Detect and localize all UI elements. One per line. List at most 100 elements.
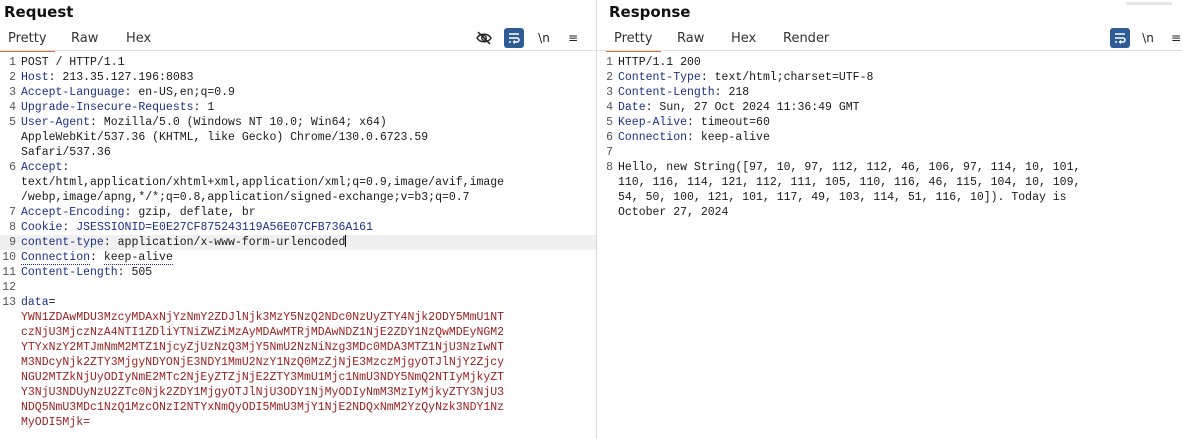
body-text: YTYxNzY2MTJmNmM2MTZ1NjcyZjUzNzQ3MjY5NmU2… [21, 341, 505, 354]
menu-icon[interactable]: ≡ [563, 28, 583, 48]
body-text: NDQ5NmU3MDc1NzQ1MzcONzI2NTYxNmQyODI5MmU3… [21, 401, 505, 414]
line-text: MyODI5Mjk= [21, 415, 90, 430]
line-text: Accept-Language: en-US,en;q=0.9 [21, 85, 235, 100]
line-number: 7 [606, 146, 613, 159]
line-text: /webp,image/apng,*/*;q=0.8,application/s… [21, 190, 470, 205]
code-line: 9 content-type: application/x-www-form-ur… [0, 235, 596, 250]
separator: : [645, 101, 660, 114]
window-scroll-indicator [1126, 2, 1172, 5]
separator: : [62, 221, 77, 234]
header-value: application/x-www-form-urlencoded [117, 236, 346, 249]
code-line: 12 [0, 280, 596, 295]
header-value: Mozilla/5.0 (Windows NT 10.0; Win64; x64… [103, 116, 387, 129]
separator: : [714, 86, 729, 99]
line-text: content-type: application/x-www-form-url… [21, 235, 347, 250]
body-text: AppleWebKit/537.36 (KHTML, like Gecko) C… [21, 131, 429, 144]
code-line: 2 Content-Type: text/html;charset=UTF-8 [597, 70, 1182, 85]
line-number: 12 [2, 281, 16, 294]
separator: : [687, 116, 701, 129]
request-tab-hex[interactable]: Hex [126, 29, 151, 49]
body-text: MyODI5Mjk= [21, 416, 91, 429]
header-value: Sun, 27 Oct 2024 11:36:49 GMT [659, 101, 860, 114]
show-newlines-button[interactable]: \n [1138, 28, 1158, 48]
request-tab-raw[interactable]: Raw [71, 29, 98, 49]
code-line: YTYxNzY2MTJmNmM2MTZ1NjcyZjUzNzQ3MjY5NmU2… [0, 340, 596, 355]
request-panel: Request Pretty Raw Hex \n ≡ 1 POST / HTTP… [0, 0, 596, 439]
line-text: Accept: [21, 160, 69, 175]
response-tab-raw[interactable]: Raw [677, 29, 704, 49]
line-text: Host: 213.35.127.196:8083 [21, 70, 194, 85]
code-line: AppleWebKit/537.36 (KHTML, like Gecko) C… [0, 130, 596, 145]
code-line: 4 Upgrade-Insecure-Requests: 1 [0, 100, 596, 115]
line-number: 5 [606, 116, 613, 129]
line-text: POST / HTTP/1.1 [21, 55, 125, 70]
code-line: 11 Content-Length: 505 [0, 265, 596, 280]
request-editor[interactable]: 1 POST / HTTP/1.1 2 Host: 213.35.127.196:80… [0, 55, 596, 439]
line-number: 1 [9, 56, 16, 69]
code-line: 54, 50, 100, 121, 101, 117, 49, 103, 114… [597, 190, 1182, 205]
header-value: keep-alive [700, 131, 770, 144]
header-value: timeout=60 [700, 116, 770, 129]
response-title: Response [609, 3, 691, 21]
line-number: 2 [606, 71, 613, 84]
code-line: 1 POST / HTTP/1.1 [0, 55, 596, 70]
body-text: 54, 50, 100, 121, 101, 117, 49, 103, 114… [618, 191, 1067, 204]
separator: : [90, 251, 104, 264]
header-name: User-Agent [21, 116, 91, 129]
line-text: Date: Sun, 27 Oct 2024 11:36:49 GMT [618, 100, 860, 115]
line-text: data= [21, 295, 56, 310]
line-number: 11 [2, 266, 16, 279]
request-tab-separator [0, 50, 596, 51]
header-value: en-US,en;q=0.9 [138, 86, 235, 99]
menu-icon[interactable]: ≡ [1166, 28, 1182, 48]
code-line: Y3NjU3NDUyNzU2ZTc0Njk2ZDY1MjgyOTJlNjU3OD… [0, 385, 596, 400]
response-panel: Response Pretty Raw Hex Render \n ≡ 1 HTT… [597, 0, 1182, 439]
response-tab-hex[interactable]: Hex [731, 29, 756, 49]
request-tab-pretty[interactable]: Pretty [0, 29, 55, 52]
line-text: 110, 116, 114, 121, 112, 111, 105, 110, … [618, 175, 1080, 190]
line-number: 2 [9, 71, 16, 84]
wrap-lines-icon[interactable] [504, 28, 524, 48]
code-line: 5 Keep-Alive: timeout=60 [597, 115, 1182, 130]
code-line: October 27, 2024 [597, 205, 1182, 220]
line-number: 3 [9, 86, 16, 99]
line-number: 9 [9, 236, 16, 249]
line-text: M3NDcyNjk2ZTY3MjgyNDYONjE3NDY1MmU2NzY1Nz… [21, 355, 504, 370]
response-editor[interactable]: 1 HTTP/1.1 200 2 Content-Type: text/html;ch… [597, 55, 1182, 439]
hide-eye-icon[interactable] [474, 28, 494, 48]
http-message-viewer: Request Pretty Raw Hex \n ≡ 1 POST / HTTP… [0, 0, 1182, 439]
line-number: 8 [606, 161, 613, 174]
header-name: Content-Type [618, 71, 701, 84]
code-line: 1 HTTP/1.1 200 [597, 55, 1182, 70]
header-value: text/html;charset=UTF-8 [714, 71, 874, 84]
line-number: 3 [606, 86, 613, 99]
separator: = [48, 296, 56, 309]
request-title: Request [4, 3, 74, 21]
line-text: Keep-Alive: timeout=60 [618, 115, 770, 130]
separator: : [700, 71, 715, 84]
code-line: MyODI5Mjk= [0, 415, 596, 430]
separator: : [48, 71, 63, 84]
code-line: 5 User-Agent: Mozilla/5.0 (Windows NT 10.… [0, 115, 596, 130]
line-number: 1 [606, 56, 613, 69]
line-text: Connection: keep-alive [21, 250, 173, 265]
header-name: Accept-Language [21, 86, 125, 99]
line-text: NGU2MTZkNjUyODIyNmE2MTc2NjEyZTZjNjE2ZTY3… [21, 370, 504, 385]
separator: : [103, 236, 118, 249]
header-value: 1 [207, 101, 215, 114]
show-newlines-button[interactable]: \n [534, 28, 554, 48]
header-name: Accept [21, 161, 63, 174]
line-text: Content-Length: 505 [21, 265, 152, 280]
code-line: 4 Date: Sun, 27 Oct 2024 11:36:49 GMT [597, 100, 1182, 115]
body-text: YWN1ZDAwMDU3MzcyMDAxNjYzNmY2ZDJlNjk3MzY5… [21, 311, 505, 324]
param-name: data [21, 296, 49, 309]
line-text: Hello, new String([97, 10, 97, 112, 112,… [618, 160, 1080, 175]
code-line: 7 Accept-Encoding: gzip, deflate, br [0, 205, 596, 220]
line-number: 4 [9, 101, 16, 114]
line-text: text/html,application/xhtml+xml,applicat… [21, 175, 504, 190]
line-number: 4 [606, 101, 613, 114]
response-tab-render[interactable]: Render [783, 29, 829, 49]
body-text: 110, 116, 114, 121, 112, 111, 105, 110, … [618, 176, 1081, 189]
wrap-lines-icon[interactable] [1110, 28, 1130, 48]
response-tab-pretty[interactable]: Pretty [606, 29, 661, 52]
